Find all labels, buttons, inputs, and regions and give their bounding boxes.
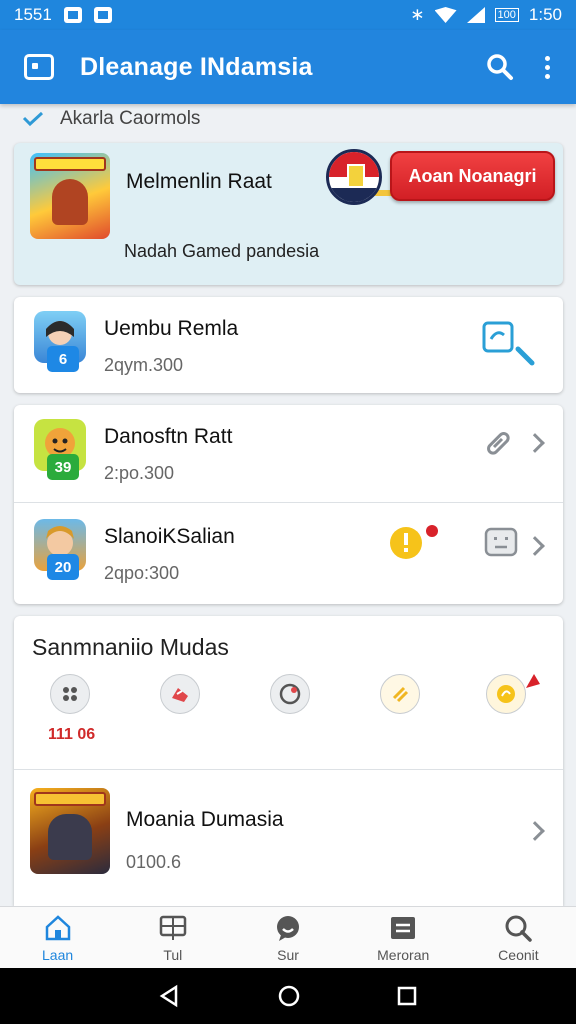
shoe-icon[interactable] xyxy=(160,674,200,714)
status-time-right: 1:50 xyxy=(528,5,562,24)
nav-tul[interactable]: Tul xyxy=(115,907,230,968)
bottom-game-name: Moania Dumasia xyxy=(126,808,284,831)
flag-badge-icon xyxy=(326,149,382,205)
coin-icon[interactable] xyxy=(486,674,526,714)
search-icon[interactable] xyxy=(486,53,514,81)
system-navigation-bar xyxy=(0,968,576,1024)
chevron-right-icon[interactable] xyxy=(525,536,545,556)
home-circle-icon[interactable] xyxy=(277,984,301,1008)
search-icon xyxy=(505,915,533,942)
list-item[interactable]: 39 Danosftn Ratt 2:po.300 xyxy=(14,405,563,503)
section-header[interactable]: Akarla Caormols xyxy=(22,104,200,134)
chevron-right-icon[interactable] xyxy=(525,821,545,841)
window-icon[interactable] xyxy=(24,54,54,80)
nav-label: Ceonit xyxy=(498,946,539,963)
mudas-title: Sanmnaniio Mudas xyxy=(32,634,229,660)
slash-icon[interactable] xyxy=(380,674,420,714)
list-item[interactable]: 20 SlanoiKSalian 2qpo:300 xyxy=(14,505,563,603)
status-bar: 1551 ∗ 100 1:50 xyxy=(0,0,576,30)
edit-tool-icon[interactable] xyxy=(480,319,542,371)
list-icon xyxy=(391,916,416,939)
grid-icon xyxy=(159,915,187,940)
featured-card[interactable]: Melmenlin Raat Nadah Gamed pandesia Aoan… xyxy=(14,143,563,285)
mudas-card: Sanmnaniio Mudas 111 06 Moania Dumasia 0… xyxy=(14,616,563,906)
featured-game-description: Nadah Gamed pandesia xyxy=(124,241,320,261)
list-item[interactable]: 6 Uembu Remla 2qym.300 xyxy=(14,297,563,395)
chat-bubble-icon[interactable] xyxy=(270,674,310,714)
more-options-icon[interactable] xyxy=(542,55,552,79)
game-name: SlanoiKSalian xyxy=(104,525,235,548)
nav-ceonit[interactable]: Ceonit xyxy=(461,907,576,968)
app-bar: Dleanage INdamsia xyxy=(0,30,576,104)
chat-icon xyxy=(277,915,299,941)
nav-label: Laan xyxy=(42,946,74,963)
rank-badge: 39 xyxy=(47,454,79,480)
signal-icon xyxy=(466,7,485,23)
nav-meroran[interactable]: Meroran xyxy=(346,907,461,968)
game-meta: 2:po.300 xyxy=(104,463,175,483)
notification-icon xyxy=(63,7,82,23)
recents-icon[interactable] xyxy=(396,985,418,1007)
wifi-icon xyxy=(434,7,457,23)
chevron-right-icon[interactable] xyxy=(525,433,545,453)
nav-label: Meroran xyxy=(377,946,430,963)
game-card-2[interactable]: 39 Danosftn Ratt 2:po.300 20 SlanoiKSali… xyxy=(14,405,563,604)
gamepad-icon[interactable] xyxy=(50,674,90,714)
bottom-navigation: Laan Tul Sur Meroran Ceonit xyxy=(0,906,576,968)
game-meta: 2qym.300 xyxy=(104,355,184,375)
page-title: Dleanage INdamsia xyxy=(80,52,313,81)
home-icon xyxy=(45,914,70,940)
featured-game-name: Melmenlin Raat xyxy=(126,170,272,193)
featured-game-thumbnail[interactable] xyxy=(30,153,110,239)
game-card-1[interactable]: 6 Uembu Remla 2qym.300 xyxy=(14,297,563,393)
game-name: Danosftn Ratt xyxy=(104,425,233,448)
list-item[interactable]: Moania Dumasia 0100.6 xyxy=(14,770,563,900)
back-icon[interactable] xyxy=(158,984,182,1008)
game-name: Uembu Remla xyxy=(104,317,239,340)
face-screen-icon[interactable] xyxy=(484,527,518,557)
mudas-counter: 111 06 xyxy=(48,726,96,743)
status-time-left: 1551 xyxy=(14,5,52,24)
image-notification-icon xyxy=(93,7,112,23)
nav-label: Sur xyxy=(277,946,299,963)
game-meta: 2qpo:300 xyxy=(104,563,180,583)
alert-icon[interactable] xyxy=(388,523,444,563)
battery-indicator: 100 xyxy=(494,8,519,22)
bottom-game-thumbnail[interactable] xyxy=(30,788,110,874)
nav-sur[interactable]: Sur xyxy=(230,907,345,968)
rank-badge: 6 xyxy=(47,346,79,372)
nav-home[interactable]: Laan xyxy=(0,907,115,968)
divider xyxy=(14,502,563,503)
promo-button[interactable]: Aoan Noanagri xyxy=(390,151,555,201)
notification-flag-icon xyxy=(526,674,540,688)
checkmark-icon xyxy=(22,111,44,127)
section-label: Akarla Caormols xyxy=(60,108,201,129)
bluetooth-icon: ∗ xyxy=(410,5,425,24)
rank-badge: 20 xyxy=(47,554,79,580)
bottom-game-meta: 0100.6 xyxy=(126,852,182,872)
nav-label: Tul xyxy=(163,946,183,963)
link-icon[interactable] xyxy=(482,427,514,459)
